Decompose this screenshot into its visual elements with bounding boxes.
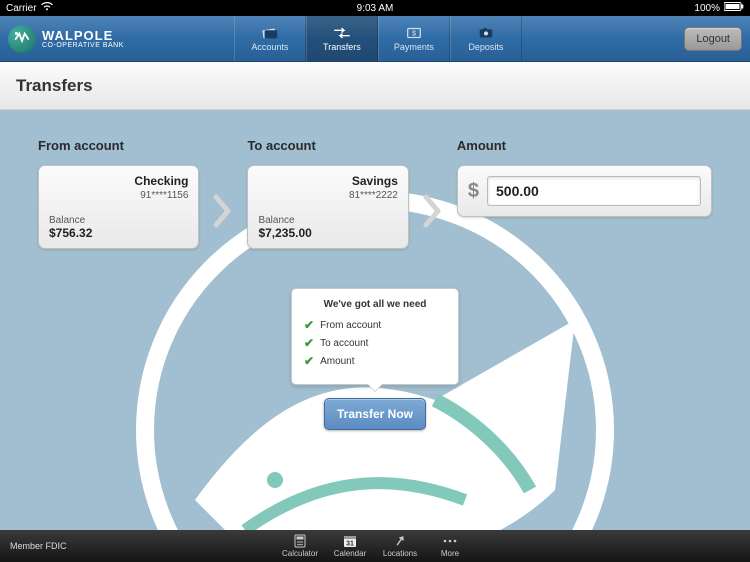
payments-icon: $ bbox=[405, 26, 423, 40]
chevron-right-icon bbox=[209, 172, 237, 249]
to-balance-value: $7,235.00 bbox=[258, 226, 311, 240]
nav-accounts[interactable]: Accounts bbox=[234, 16, 306, 61]
wifi-icon bbox=[41, 2, 53, 14]
to-account-name: Savings bbox=[258, 174, 397, 188]
svg-text:$: $ bbox=[412, 28, 416, 37]
from-account-name: Checking bbox=[49, 174, 188, 188]
nav-transfers[interactable]: Transfers bbox=[306, 16, 378, 61]
clock: 9:03 AM bbox=[357, 3, 394, 14]
svg-text:31: 31 bbox=[346, 541, 354, 548]
logout-button[interactable]: Logout bbox=[684, 27, 742, 51]
dollar-icon: $ bbox=[468, 180, 479, 203]
confirmation-title: We've got all we need bbox=[304, 299, 446, 310]
cards-icon bbox=[261, 26, 279, 40]
member-fdic-label: Member FDIC bbox=[10, 541, 67, 551]
check-icon: ✔ bbox=[304, 318, 314, 332]
confirmation-popover: We've got all we need ✔From account ✔To … bbox=[291, 288, 459, 385]
brand-logo: WALPOLE CO-OPERATIVE BANK bbox=[8, 25, 124, 53]
from-balance-label: Balance bbox=[49, 215, 85, 226]
calendar-icon: 31 bbox=[343, 534, 357, 548]
brand-mark-icon bbox=[8, 25, 36, 53]
from-balance-value: $756.32 bbox=[49, 226, 92, 240]
check-icon: ✔ bbox=[304, 354, 314, 368]
nav-payments[interactable]: $ Payments bbox=[378, 16, 450, 61]
check-icon: ✔ bbox=[304, 336, 314, 350]
carrier-label: Carrier bbox=[6, 3, 37, 14]
pin-icon bbox=[394, 534, 406, 548]
to-account-card[interactable]: Savings 81****2222 Balance $7,235.00 bbox=[247, 165, 408, 249]
calculator-icon bbox=[294, 534, 306, 548]
page-title: Transfers bbox=[16, 76, 93, 96]
nav-transfers-label: Transfers bbox=[323, 42, 361, 52]
confirmation-item: ✔From account bbox=[304, 318, 446, 332]
main-content: From account Checking 91****1156 Balance… bbox=[0, 110, 750, 530]
page-title-bar: Transfers bbox=[0, 62, 750, 110]
to-account-heading: To account bbox=[247, 138, 408, 153]
transfer-now-button[interactable]: Transfer Now bbox=[324, 398, 426, 430]
transfers-icon bbox=[333, 26, 351, 40]
footer-calculator[interactable]: Calculator bbox=[277, 534, 323, 558]
nav-deposits[interactable]: Deposits bbox=[450, 16, 522, 61]
from-account-number: 91****1156 bbox=[49, 190, 188, 201]
nav-deposits-label: Deposits bbox=[468, 42, 503, 52]
from-account-card[interactable]: Checking 91****1156 Balance $756.32 bbox=[38, 165, 199, 249]
battery-label: 100% bbox=[694, 3, 720, 14]
camera-icon bbox=[477, 26, 495, 40]
amount-card: $ bbox=[457, 165, 712, 217]
status-bar: Carrier 9:03 AM 100% bbox=[0, 0, 750, 16]
chevron-right-icon bbox=[419, 172, 447, 249]
main-nav: Accounts Transfers $ Payments Deposits bbox=[234, 16, 522, 61]
from-account-heading: From account bbox=[38, 138, 199, 153]
app-header: WALPOLE CO-OPERATIVE BANK Accounts Trans… bbox=[0, 16, 750, 62]
confirmation-item: ✔To account bbox=[304, 336, 446, 350]
footer-locations[interactable]: Locations bbox=[377, 534, 423, 558]
brand-subtitle: CO-OPERATIVE BANK bbox=[42, 42, 124, 49]
more-icon bbox=[442, 534, 458, 548]
app-footer: Member FDIC Calculator 31 Calendar Locat… bbox=[0, 530, 750, 562]
amount-input[interactable] bbox=[487, 176, 701, 206]
confirmation-item: ✔Amount bbox=[304, 354, 446, 368]
nav-accounts-label: Accounts bbox=[251, 42, 288, 52]
brand-name: WALPOLE bbox=[42, 29, 124, 42]
footer-more[interactable]: More bbox=[427, 534, 473, 558]
nav-payments-label: Payments bbox=[394, 42, 434, 52]
to-account-number: 81****2222 bbox=[258, 190, 397, 201]
footer-calendar[interactable]: 31 Calendar bbox=[327, 534, 373, 558]
battery-icon bbox=[724, 2, 744, 14]
to-balance-label: Balance bbox=[258, 215, 294, 226]
amount-heading: Amount bbox=[457, 138, 712, 153]
